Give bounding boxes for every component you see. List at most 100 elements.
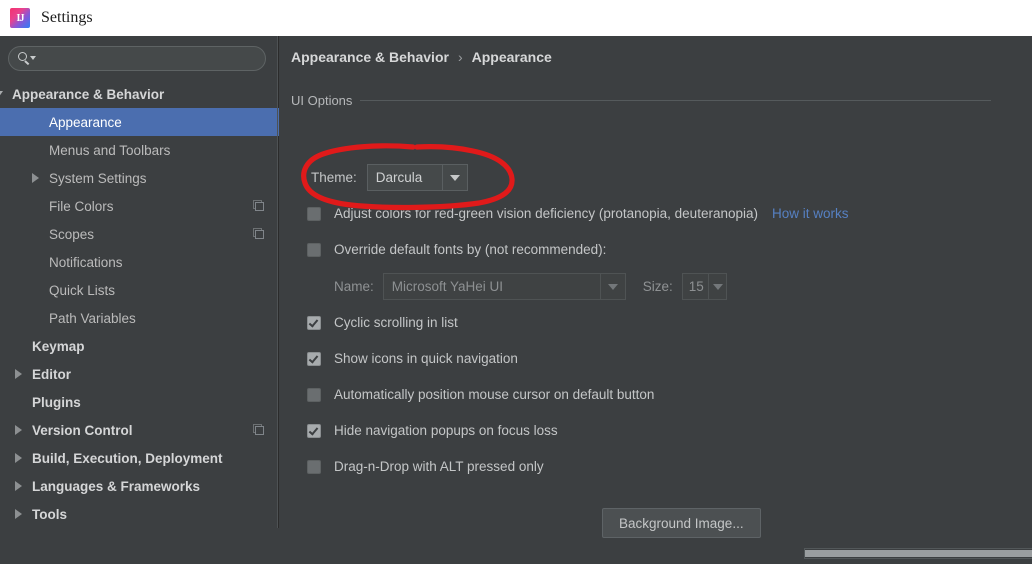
font-size-dropdown[interactable]: 15 [681,273,727,300]
sidebar-item-label: Languages & Frameworks [32,478,201,494]
sidebar-item-scopes[interactable]: Scopes [0,220,279,248]
settings-sidebar: Appearance & Behavior Appearance Menus and… [0,36,279,528]
how-it-works-link[interactable]: How it works [772,206,849,221]
breadcrumb-separator-icon: › [457,49,463,65]
sidebar-item-label: Menus and Toolbars [49,142,171,158]
sidebar-item-system-settings[interactable]: System Settings [0,164,279,192]
sidebar-item-appearance-behavior[interactable]: Appearance & Behavior [0,80,279,108]
sidebar-item-label: Scopes [49,226,95,242]
checkbox-row[interactable]: Adjust colors for red-green vision defic… [307,206,849,221]
search-options-chevron-down-icon [30,55,36,60]
scrollbar-thumb[interactable] [805,550,1032,557]
sidebar-item-label: Quick Lists [49,282,116,298]
font-name-dropdown[interactable]: Microsoft YaHei UI [382,273,626,300]
sidebar-item-label: Appearance [49,114,122,130]
sidebar-item-file-colors[interactable]: File Colors [0,192,279,220]
checkbox-checked-icon[interactable] [307,351,321,366]
sidebar-item-keymap[interactable]: Keymap [0,332,279,360]
checkbox-unchecked-icon[interactable] [307,387,321,402]
checkbox-unchecked-icon[interactable] [307,206,321,221]
font-name-value: Microsoft YaHei UI [391,279,504,294]
font-size-label: Size: [642,279,673,294]
chevron-right-icon[interactable] [27,164,43,192]
chevron-right-icon[interactable] [10,472,26,500]
sidebar-item-label: File Colors [49,198,114,214]
breadcrumb: Appearance & Behavior › Appearance [291,49,552,65]
checkbox-label: Cyclic scrolling in list [334,315,458,330]
sidebar-item-appearance[interactable]: Appearance [0,108,279,136]
checkbox-row[interactable]: Show icons in quick navigation [307,351,518,366]
sidebar-item-label: Version Control [32,422,133,438]
window-title: Settings [41,9,93,26]
checkbox-row[interactable]: Drag-n-Drop with ALT pressed only [307,459,544,474]
sidebar-item-languages-frameworks[interactable]: Languages & Frameworks [0,472,279,500]
search-field-wrapper [8,46,266,71]
sidebar-item-label: Editor [32,366,71,382]
sidebar-item-quick-lists[interactable]: Quick Lists [0,276,279,304]
background-image-button[interactable]: Background Image... [602,508,761,538]
copy-settings-icon[interactable] [253,424,265,436]
search-input[interactable] [38,47,265,70]
checkbox-label: Automatically position mouse cursor on d… [334,387,655,402]
checkbox-unchecked-icon[interactable] [307,459,321,474]
sidebar-item-label: Plugins [32,394,81,410]
chevron-down-icon[interactable] [599,274,625,299]
sidebar-item-label: System Settings [49,170,147,186]
checkbox-row[interactable]: Hide navigation popups on focus loss [307,423,558,438]
sidebar-item-build-execution-deployment[interactable]: Build, Execution, Deployment [0,444,279,472]
copy-settings-icon[interactable] [253,200,265,212]
ui-options-group-header: UI Options [291,92,991,108]
sidebar-item-version-control[interactable]: Version Control [0,416,279,444]
chevron-down-icon[interactable] [441,165,467,190]
search-icon [18,51,38,66]
theme-dropdown-value: Darcula [375,170,423,185]
sidebar-item-label: Notifications [49,254,123,270]
checkbox-label: Show icons in quick navigation [334,351,518,366]
sidebar-item-menus-and-toolbars[interactable]: Menus and Toolbars [0,136,279,164]
settings-content-pane: Appearance & Behavior › Appearance UI Op… [280,36,1032,559]
checkbox-unchecked-icon[interactable] [307,242,321,257]
checkbox-row[interactable]: Automatically position mouse cursor on d… [307,387,654,402]
horizontal-scrollbar[interactable] [804,548,1032,559]
sidebar-item-editor[interactable]: Editor [0,360,279,388]
chevron-right-icon[interactable] [10,500,26,528]
group-title: UI Options [291,92,353,108]
font-name-label: Name: [334,279,374,294]
group-divider [360,99,991,101]
checkbox-label: Adjust colors for red-green vision defic… [334,206,758,221]
checkbox-row[interactable]: Override default fonts by (not recommend… [307,242,606,257]
theme-row: Theme: Darcula [311,164,468,191]
settings-dialog: Appearance & Behavior Appearance Menus and… [0,36,1032,559]
intellij-idea-icon [10,8,30,28]
chevron-right-icon[interactable] [10,360,26,388]
breadcrumb-root[interactable]: Appearance & Behavior [291,49,449,65]
settings-category-tree[interactable]: Appearance & Behavior Appearance Menus and… [0,80,279,528]
checkbox-label: Hide navigation popups on focus loss [334,423,558,438]
checkbox-label: Override default fonts by (not recommend… [334,242,607,257]
checkbox-checked-icon[interactable] [307,315,321,330]
sidebar-item-label: Tools [32,506,67,522]
window-title-bar: Settings [0,0,1032,36]
chevron-down-icon[interactable] [0,80,6,108]
chevron-down-icon[interactable] [708,274,725,299]
sidebar-item-label: Appearance & Behavior [12,86,165,102]
copy-settings-icon[interactable] [253,228,265,240]
checkbox-checked-icon[interactable] [307,423,321,438]
chevron-right-icon[interactable] [10,444,26,472]
sidebar-item-label: Path Variables [49,310,136,326]
sidebar-item-notifications[interactable]: Notifications [0,248,279,276]
sidebar-item-label: Keymap [32,338,85,354]
sidebar-item-path-variables[interactable]: Path Variables [0,304,279,332]
chevron-right-icon[interactable] [10,416,26,444]
theme-dropdown[interactable]: Darcula [366,164,468,191]
sidebar-item-tools[interactable]: Tools [0,500,279,528]
sidebar-item-label: Build, Execution, Deployment [32,450,223,466]
breadcrumb-leaf: Appearance [471,49,552,65]
checkbox-row[interactable]: Cyclic scrolling in list [307,315,458,330]
sidebar-item-plugins[interactable]: Plugins [0,388,279,416]
checkbox-label: Drag-n-Drop with ALT pressed only [334,459,544,474]
theme-label: Theme: [311,170,357,185]
font-size-value: 15 [688,279,704,294]
font-override-row: Name: Microsoft YaHei UI Size: 15 [334,273,727,300]
search-box[interactable] [8,46,266,71]
